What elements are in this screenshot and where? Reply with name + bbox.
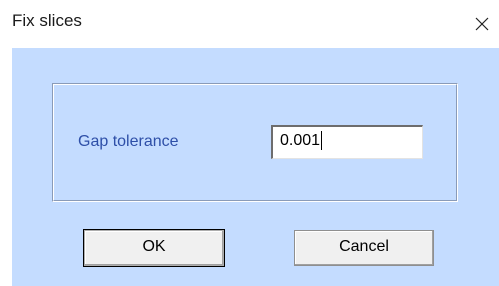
ok-button[interactable]: OK: [83, 229, 225, 267]
close-icon: [475, 17, 489, 31]
gap-tolerance-input[interactable]: 0.001: [271, 125, 423, 159]
close-button[interactable]: [463, 0, 499, 46]
text-caret: [321, 131, 323, 150]
fix-slices-dialog: Fix slices Gap tolerance 0.001 OK Cancel: [0, 0, 499, 286]
gap-tolerance-label: Gap tolerance: [78, 133, 179, 150]
dialog-client-area: Gap tolerance 0.001 OK Cancel: [12, 48, 499, 286]
window-title: Fix slices: [12, 11, 82, 30]
gap-tolerance-value: 0.001: [280, 132, 321, 149]
cancel-button[interactable]: Cancel: [294, 230, 434, 266]
title-bar[interactable]: Fix slices: [0, 0, 499, 48]
